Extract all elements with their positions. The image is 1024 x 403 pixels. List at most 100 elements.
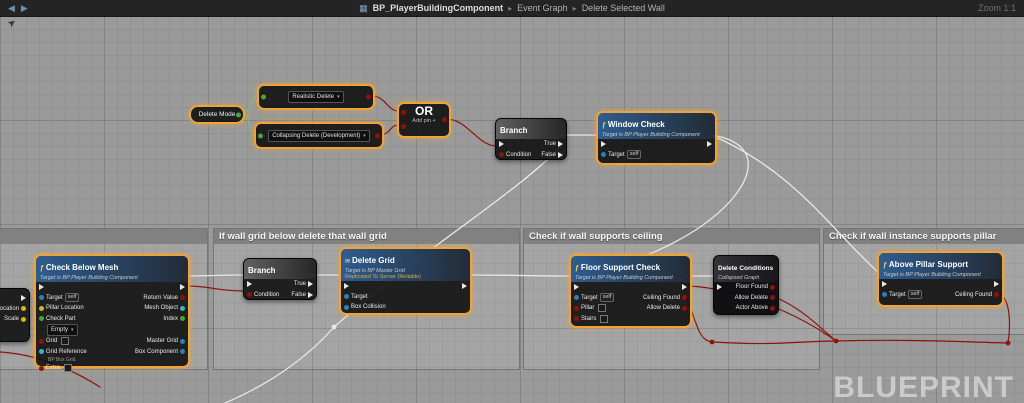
- mesh-object-pin[interactable]: Mesh Object: [144, 305, 185, 311]
- node-equal-enum-realistic[interactable]: Realistic Delete ▾: [258, 85, 374, 109]
- target-pin[interactable]: Targetself: [39, 293, 79, 302]
- exec-out-pin[interactable]: [21, 295, 26, 301]
- pillar-checkbox[interactable]: [598, 304, 606, 312]
- bool-out-pin[interactable]: [442, 117, 447, 122]
- node-floor-support-check[interactable]: ƒFloor Support Check Target is BP Player…: [570, 255, 691, 327]
- target-pin[interactable]: Targetself: [574, 293, 614, 302]
- node-partial-left[interactable]: Location Scale: [0, 288, 30, 342]
- breadcrumb-event-graph[interactable]: Event Graph: [517, 3, 568, 13]
- forward-arrow-icon[interactable]: ▶: [21, 0, 28, 16]
- enum-in-pin[interactable]: [261, 95, 266, 100]
- comment-title[interactable]: Check if wall supports ceiling: [524, 229, 819, 244]
- enum-in-pin[interactable]: [258, 133, 263, 138]
- master-grid-pin[interactable]: Master Grid: [147, 338, 185, 344]
- extra-pin[interactable]: Extra: [39, 364, 72, 372]
- zoom-level: Zoom 1:1: [978, 3, 1016, 13]
- reroute-dot[interactable]: [834, 339, 839, 344]
- node-header: ƒAbove Pillar Support Target is BP Playe…: [879, 253, 1002, 279]
- condition-pin[interactable]: Condition: [499, 152, 531, 158]
- blueprint-grid-icon: ▦: [359, 3, 368, 14]
- envelope-icon: ✉: [345, 259, 350, 265]
- node-check-below-mesh[interactable]: ƒCheck Below Mesh Target is BP Player Bu…: [35, 255, 189, 367]
- bool-out-pin[interactable]: [375, 133, 380, 138]
- box-collision-pin[interactable]: Box Collision: [344, 304, 386, 310]
- ceiling-found-pin[interactable]: Ceiling Found: [643, 295, 687, 301]
- target-pin[interactable]: Target: [344, 294, 368, 300]
- graph-canvas[interactable]: ➤ BLUEPRINT If wall grid below delete th…: [0, 16, 1024, 403]
- box-component-pin[interactable]: Box Component: [135, 349, 185, 355]
- index-pin[interactable]: Index: [163, 316, 185, 322]
- node-header: ƒWindow Check Target is BP Player Buildi…: [598, 113, 715, 139]
- chevron-down-icon: ▾: [337, 94, 340, 100]
- target-pin[interactable]: Targetself: [882, 290, 922, 299]
- enum-dropdown[interactable]: Realistic Delete ▾: [288, 91, 343, 103]
- check-part-dropdown[interactable]: Empty ▾: [47, 324, 78, 336]
- node-title: Delete Grid: [352, 256, 395, 265]
- allow-delete-pin[interactable]: Allow Delete: [735, 295, 775, 301]
- extra-checkbox[interactable]: [64, 364, 72, 372]
- node-delete-conditions[interactable]: Delete Conditions Collapsed Graph Floor …: [713, 255, 779, 315]
- exec-in-pin[interactable]: [247, 281, 252, 287]
- node-header: ƒFloor Support Check Target is BP Player…: [571, 256, 690, 282]
- bool-in-pin[interactable]: [401, 110, 406, 115]
- node-subtitle: Target is BP Player Building Component: [602, 132, 711, 138]
- chevron-right-icon: ▸: [508, 4, 512, 13]
- exec-in-pin[interactable]: [499, 141, 504, 147]
- check-part-pin[interactable]: Check Part: [39, 316, 76, 322]
- node-header: ƒCheck Below Mesh Target is BP Player Bu…: [36, 256, 188, 282]
- grid-checkbox[interactable]: [61, 337, 69, 345]
- grid-reference-pin[interactable]: Grid Reference: [39, 349, 87, 355]
- exec-out-pin[interactable]: [180, 284, 185, 290]
- exec-in-pin[interactable]: [574, 284, 579, 290]
- comment-title[interactable]: If wall grid below delete that wall grid: [214, 229, 519, 244]
- stairs-checkbox[interactable]: [600, 315, 608, 323]
- node-branch-bottom[interactable]: Branch True Condition False: [243, 258, 317, 300]
- exec-in-pin[interactable]: [344, 283, 349, 289]
- wire-enum: [242, 96, 258, 113]
- node-branch-top[interactable]: Branch True Condition False: [495, 118, 567, 160]
- actor-above-pin[interactable]: Actor Above: [736, 305, 775, 311]
- node-title: Window Check: [608, 120, 665, 129]
- location-pin[interactable]: Location: [0, 306, 26, 312]
- comment-title[interactable]: Check if wall instance supports pillar: [824, 229, 1024, 244]
- node-equal-enum-collapsing[interactable]: Collapsing Delete (Development) ▾: [255, 123, 383, 148]
- allow-delete-pin[interactable]: Allow Delete: [647, 305, 687, 311]
- node-delete-grid[interactable]: ✉Delete Grid Target is BP Master Grid Re…: [340, 248, 471, 314]
- target-pin[interactable]: Targetself: [601, 150, 641, 159]
- exec-out-pin[interactable]: [682, 284, 687, 290]
- pillar-pin[interactable]: Pillar: [574, 304, 606, 312]
- enum-out-pin[interactable]: [236, 112, 241, 117]
- exec-in-pin[interactable]: [39, 284, 44, 290]
- floor-found-pin[interactable]: Floor Found: [736, 284, 775, 290]
- comment-title[interactable]: [0, 229, 207, 244]
- bool-out-pin[interactable]: [366, 95, 371, 100]
- enum-dropdown[interactable]: Collapsing Delete (Development) ▾: [268, 130, 370, 142]
- node-above-pillar-support[interactable]: ƒAbove Pillar Support Target is BP Playe…: [878, 252, 1003, 306]
- node-delete-mode[interactable]: Delete Mode: [190, 106, 244, 123]
- node-window-check[interactable]: ƒWindow Check Target is BP Player Buildi…: [597, 112, 716, 164]
- exec-in-pin[interactable]: [601, 141, 606, 147]
- condition-pin[interactable]: Condition: [247, 292, 279, 298]
- grid-pin[interactable]: Grid: [39, 337, 69, 345]
- back-arrow-icon[interactable]: ◀: [8, 0, 15, 16]
- bool-in-pin[interactable]: [401, 124, 406, 129]
- breadcrumb-function[interactable]: Delete Selected Wall: [582, 3, 665, 13]
- exec-in-pin[interactable]: [882, 281, 887, 287]
- exec-out-pin[interactable]: [462, 283, 467, 289]
- scale-pin[interactable]: Scale: [4, 316, 26, 322]
- exec-out-pin[interactable]: [707, 141, 712, 147]
- exec-in-pin[interactable]: [717, 284, 722, 290]
- return-value-pin[interactable]: Return Value: [143, 295, 185, 301]
- exec-out-pin[interactable]: [994, 281, 999, 287]
- pillar-location-pin[interactable]: Pillar Location: [39, 305, 84, 311]
- reroute-dot[interactable]: [1006, 341, 1011, 346]
- true-exec-pin[interactable]: True: [294, 281, 313, 287]
- ceiling-found-pin[interactable]: Ceiling Found: [955, 292, 999, 298]
- true-exec-pin[interactable]: True: [544, 141, 563, 147]
- stairs-pin[interactable]: Stairs: [574, 315, 608, 323]
- check-part-value: Empty: [51, 327, 68, 333]
- false-exec-pin[interactable]: False: [291, 292, 313, 298]
- breadcrumb-blueprint[interactable]: BP_PlayerBuildingComponent: [373, 3, 504, 13]
- false-exec-pin[interactable]: False: [541, 152, 563, 158]
- node-or[interactable]: OR Add pin +: [398, 103, 450, 137]
